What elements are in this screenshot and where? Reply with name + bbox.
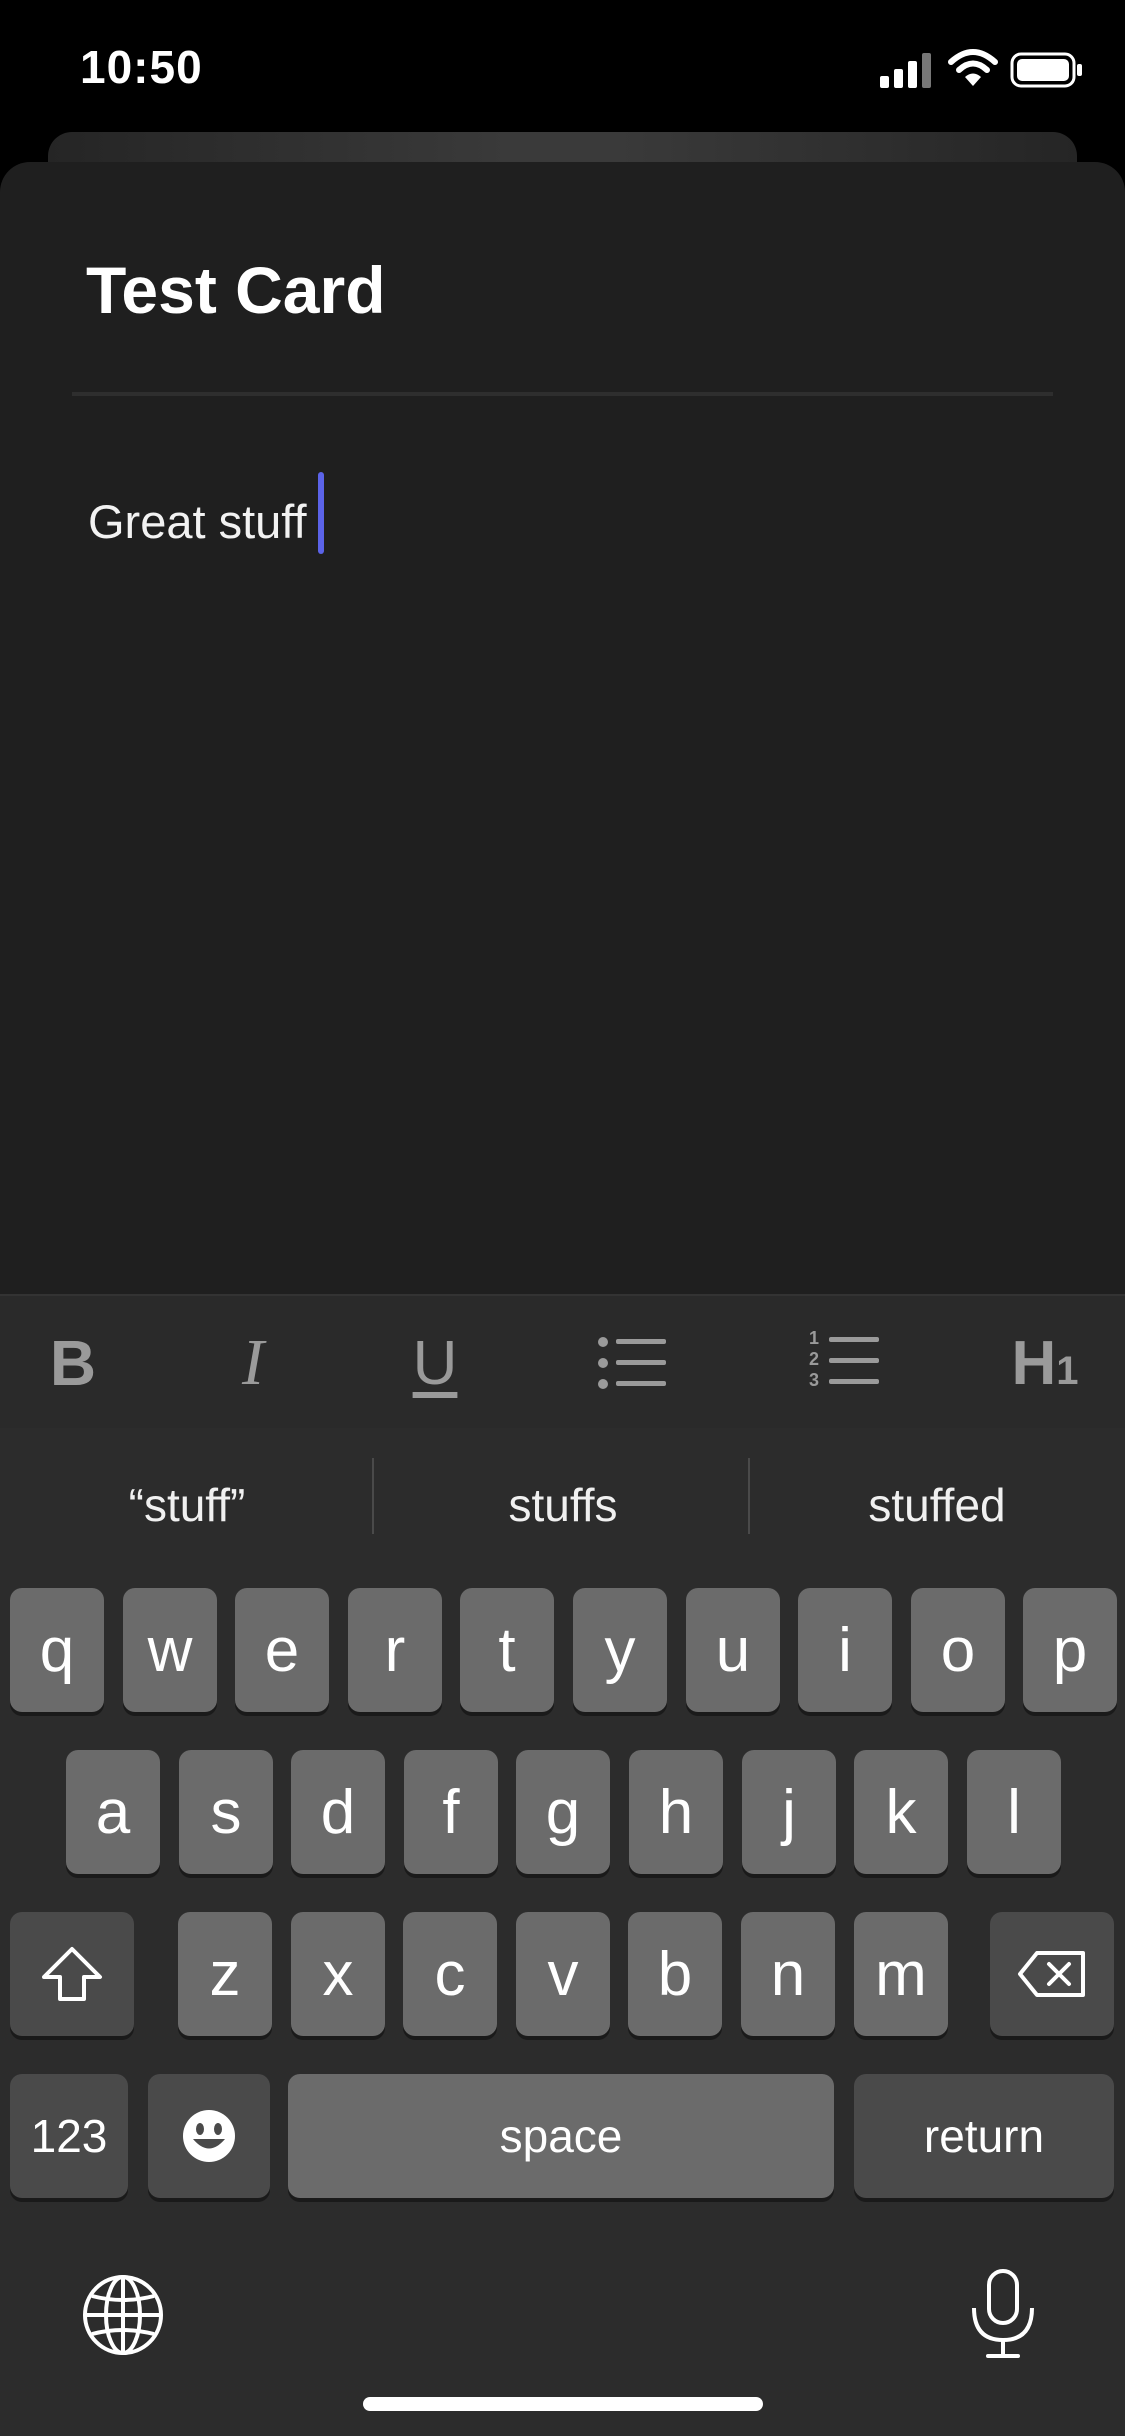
key-n[interactable]: n (741, 1912, 835, 2036)
title-divider (72, 392, 1053, 396)
key-l[interactable]: l (967, 1750, 1061, 1874)
key-f[interactable]: f (404, 1750, 498, 1874)
shift-icon (42, 1947, 102, 2001)
key-label-u: u (715, 1615, 751, 1685)
space-key[interactable]: space (288, 2074, 834, 2198)
key-o[interactable]: o (911, 1588, 1005, 1712)
bold-button[interactable]: B (18, 1318, 128, 1408)
key-d[interactable]: d (291, 1750, 385, 1874)
suggestion-divider (372, 1458, 374, 1534)
key-t[interactable]: t (460, 1588, 554, 1712)
battery-icon (1010, 52, 1082, 88)
space-key-label: space (499, 2110, 623, 2162)
key-label-p: p (1052, 1615, 1088, 1685)
return-key-label: return (923, 2110, 1045, 2162)
key-label-h: h (658, 1777, 694, 1847)
key-label-o: o (940, 1615, 976, 1685)
key-g[interactable]: g (516, 1750, 610, 1874)
key-label-x: x (322, 1939, 354, 2009)
key-label-w: w (147, 1615, 193, 1685)
emoji-icon (183, 2110, 235, 2162)
format-toolbar (0, 1294, 1125, 1430)
numbered-list-icon: 1 2 3 (809, 1328, 881, 1392)
cellular-signal-icon (880, 53, 931, 88)
key-y[interactable]: y (573, 1588, 667, 1712)
list-digit: 3 (809, 1370, 820, 1390)
card-sheet (0, 162, 1125, 1302)
key-label-a: a (95, 1777, 131, 1847)
suggestion-1[interactable]: “stuff” (22, 1470, 352, 1540)
home-indicator (363, 2397, 763, 2411)
key-j[interactable]: j (742, 1750, 836, 1874)
key-label-e: e (264, 1615, 300, 1685)
key-label-n: n (770, 1939, 806, 2009)
italic-icon: I (242, 1326, 264, 1399)
key-label-l: l (1007, 1777, 1021, 1847)
key-label-y: y (604, 1615, 636, 1685)
return-key[interactable]: return (854, 2074, 1114, 2198)
heading-button[interactable]: H1 (990, 1318, 1100, 1408)
bullet-list-icon (598, 1337, 666, 1389)
shift-key[interactable] (10, 1912, 134, 2036)
key-label-s: s (210, 1777, 242, 1847)
key-m[interactable]: m (854, 1912, 948, 2036)
key-label-z: z (209, 1939, 241, 2009)
delete-key[interactable] (990, 1912, 1114, 2036)
delete-icon (1018, 1951, 1085, 1997)
list-digit: 2 (809, 1349, 820, 1369)
underline-icon: U (412, 1328, 458, 1398)
key-r[interactable]: r (348, 1588, 442, 1712)
heading-letter: H (1011, 1328, 1057, 1398)
key-p[interactable]: p (1023, 1588, 1117, 1712)
key-label-i: i (838, 1615, 852, 1685)
key-label-v: v (547, 1939, 579, 2009)
key-label-f: f (442, 1777, 460, 1847)
bullet-list-button[interactable] (578, 1318, 688, 1408)
key-label-d: d (320, 1777, 356, 1847)
key-label-r: r (384, 1615, 406, 1685)
suggestion-3[interactable]: stuffed (772, 1470, 1102, 1540)
wifi-icon (948, 49, 998, 86)
key-label-t: t (498, 1615, 516, 1685)
card-body-editor[interactable]: Great stuff (88, 494, 307, 549)
numbers-key[interactable]: 123 (10, 2074, 128, 2198)
key-e[interactable]: e (235, 1588, 329, 1712)
microphone-icon[interactable] (968, 2268, 1038, 2360)
key-q[interactable]: q (10, 1588, 104, 1712)
italic-button[interactable]: I (198, 1318, 308, 1408)
suggestion-divider (748, 1458, 750, 1534)
key-label-c: c (434, 1939, 466, 2009)
heading-level: 1 (1056, 1348, 1079, 1393)
underline-button[interactable]: U (380, 1318, 490, 1408)
globe-icon[interactable] (82, 2274, 164, 2356)
key-v[interactable]: v (516, 1912, 610, 2036)
list-digit: 1 (809, 1328, 820, 1348)
heading-icon: H1 (1011, 1328, 1078, 1399)
key-c[interactable]: c (403, 1912, 497, 2036)
bold-icon: B (49, 1327, 97, 1399)
emoji-key[interactable] (148, 2074, 270, 2198)
key-w[interactable]: w (123, 1588, 217, 1712)
card-title[interactable]: Test Card (86, 252, 386, 328)
key-z[interactable]: z (178, 1912, 272, 2036)
key-label-g: g (545, 1777, 581, 1847)
key-label-j: j (782, 1777, 796, 1847)
key-u[interactable]: u (686, 1588, 780, 1712)
key-i[interactable]: i (798, 1588, 892, 1712)
key-label-k: k (885, 1777, 917, 1847)
key-s[interactable]: s (179, 1750, 273, 1874)
key-h[interactable]: h (629, 1750, 723, 1874)
key-x[interactable]: x (291, 1912, 385, 2036)
key-a[interactable]: a (66, 1750, 160, 1874)
numbers-key-label: 123 (30, 2110, 108, 2162)
numbered-list-button[interactable]: 1 2 3 (790, 1318, 900, 1408)
text-cursor (318, 472, 324, 554)
key-label-b: b (657, 1939, 693, 2009)
status-time: 10:50 (80, 41, 203, 93)
key-label-q: q (39, 1615, 75, 1685)
suggestion-2[interactable]: stuffs (398, 1470, 728, 1540)
key-k[interactable]: k (854, 1750, 948, 1874)
key-b[interactable]: b (628, 1912, 722, 2036)
key-label-m: m (875, 1939, 927, 2009)
